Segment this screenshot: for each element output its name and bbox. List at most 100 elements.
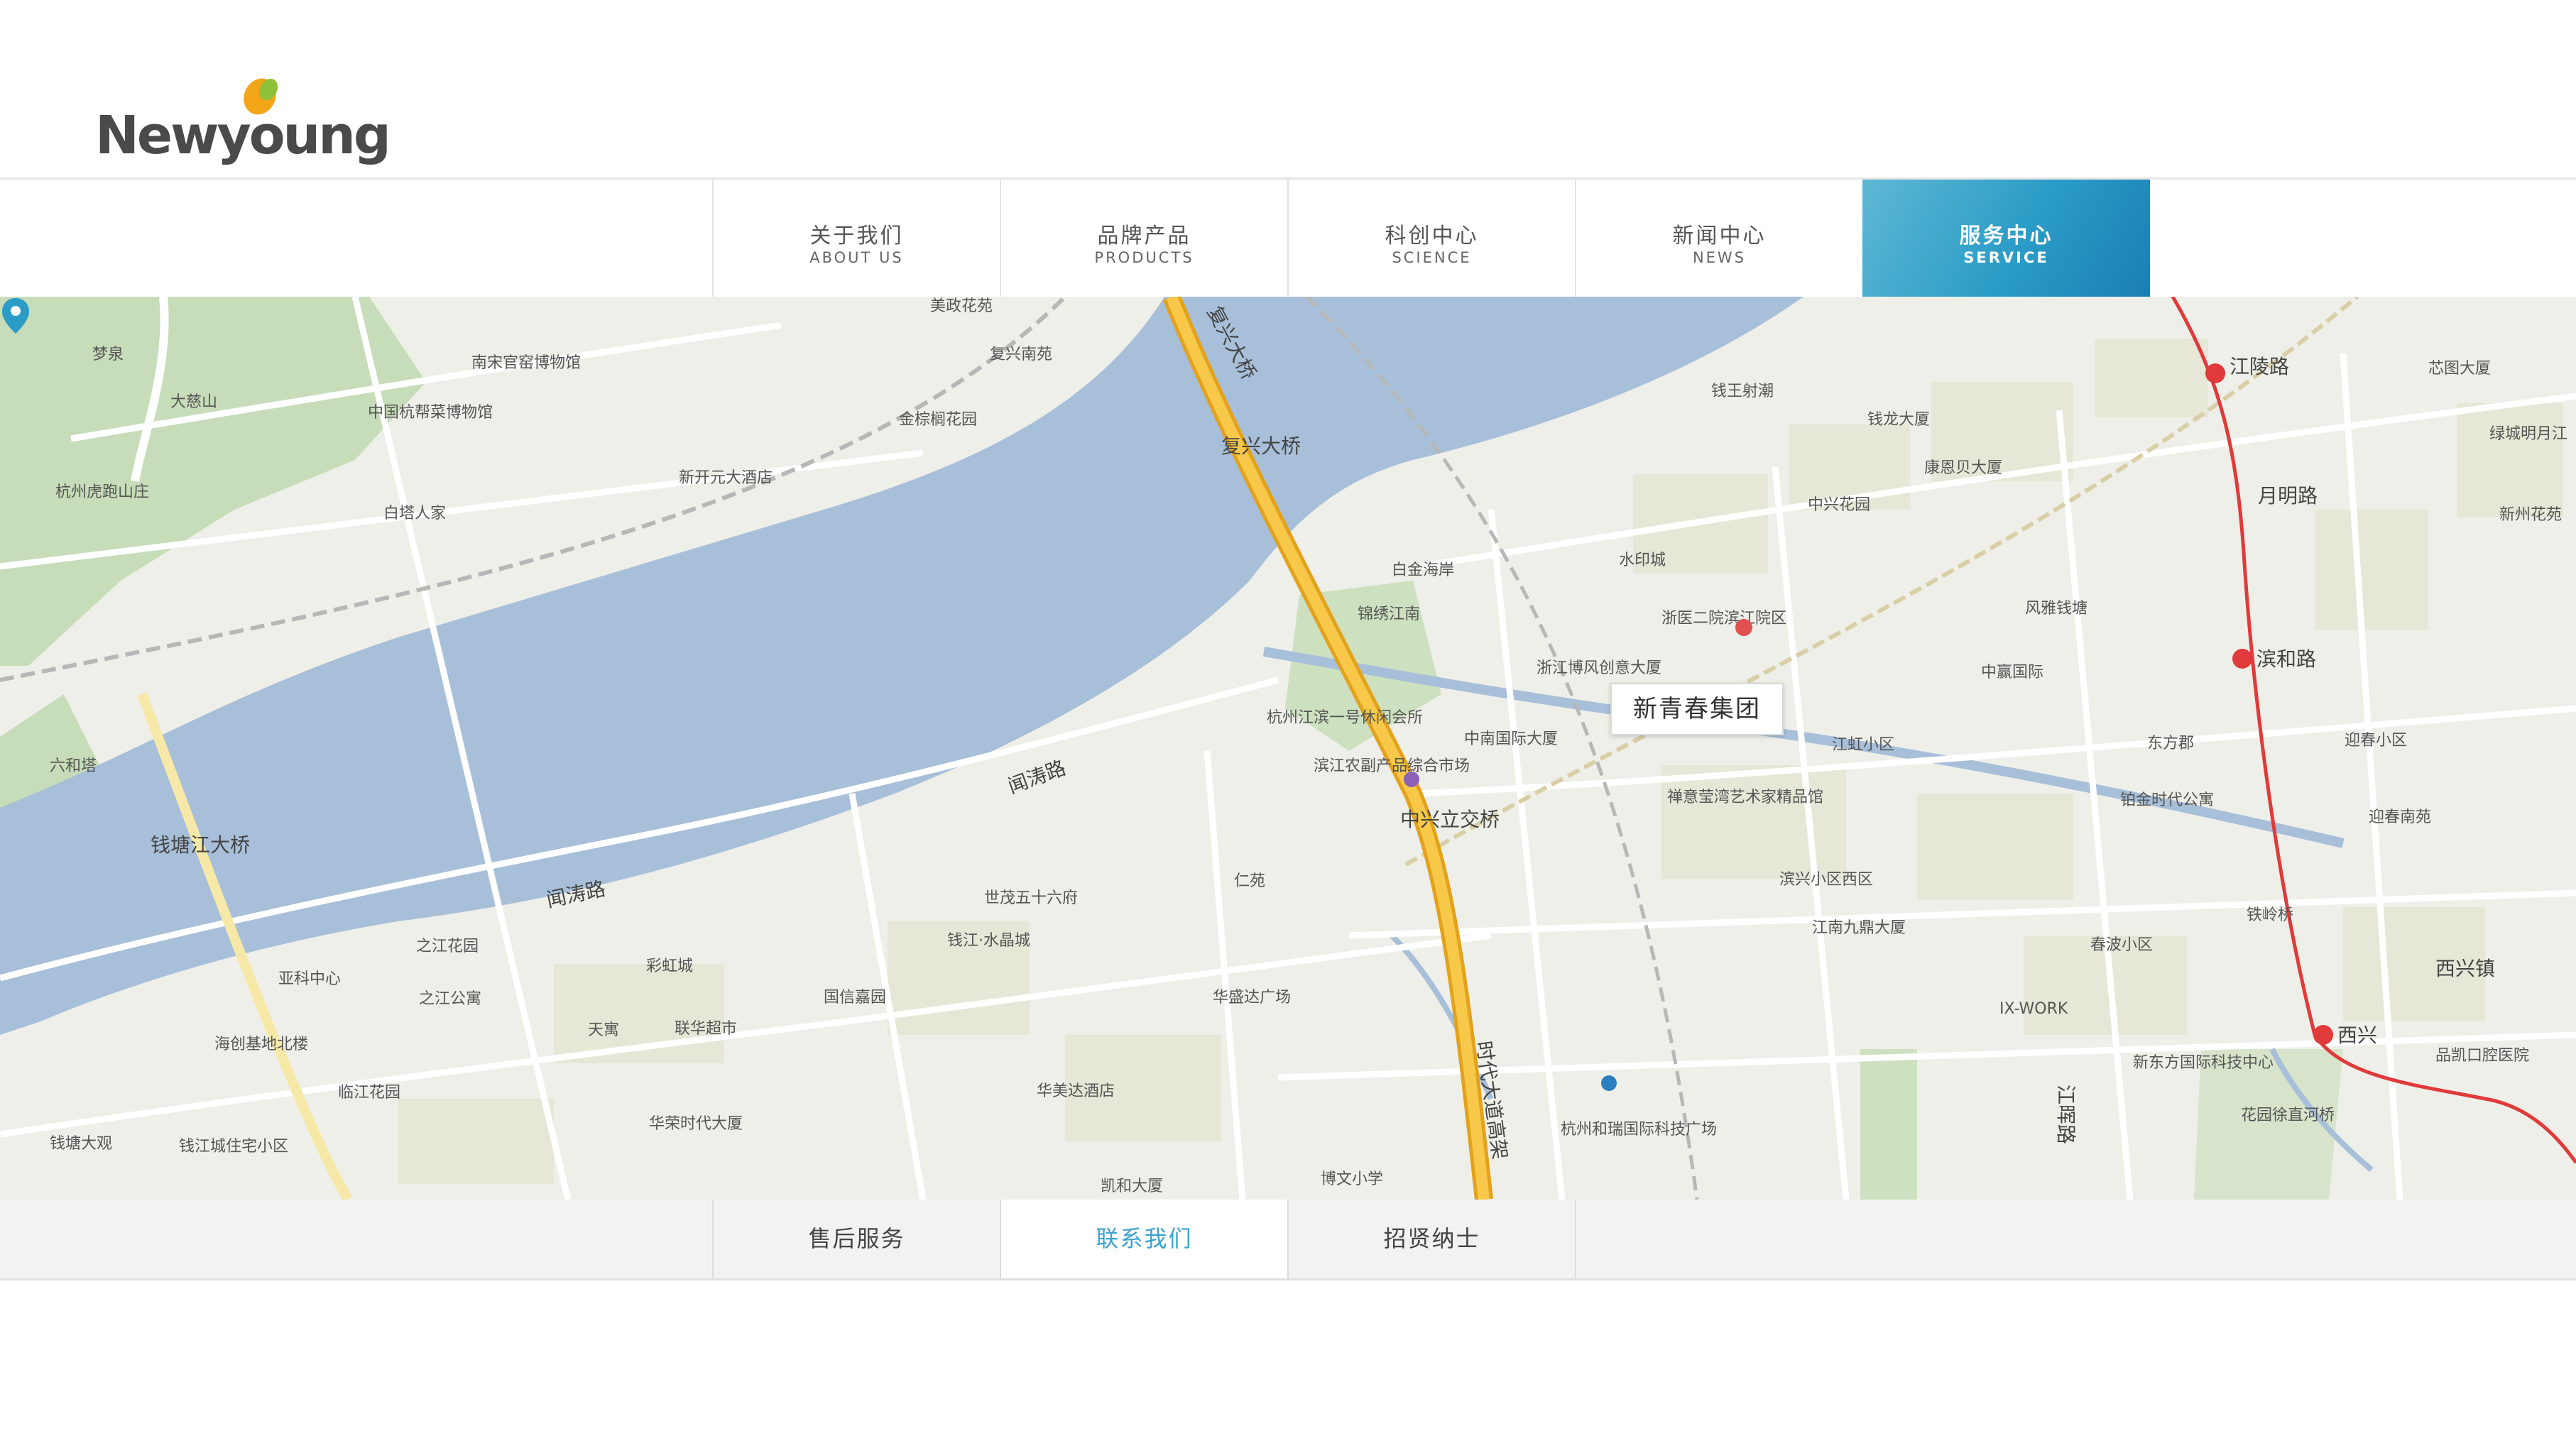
tab-divider	[1575, 1200, 1576, 1278]
poi-label: 梦泉	[92, 346, 124, 363]
poi-label: 新州花苑	[2499, 506, 2562, 524]
poi-label: 新开元大酒店	[679, 469, 773, 487]
market-icon	[1404, 772, 1419, 787]
poi-label: 白金海岸	[1392, 561, 1454, 579]
nav-item-service[interactable]: 服务中心 SERVICE	[1862, 180, 2150, 299]
tab-contact-us[interactable]: 联系我们	[1000, 1200, 1287, 1278]
poi-label: 江虹小区	[1832, 736, 1894, 754]
poi-label: 白塔人家	[383, 505, 446, 522]
poi-label: 华美达酒店	[1037, 1082, 1115, 1100]
poi-label: 铂金时代公寓	[2120, 791, 2214, 809]
location-dot-icon[interactable]	[1601, 1075, 1617, 1091]
poi-label: 水印城	[1619, 552, 1666, 569]
road-label: 钱塘江大桥	[151, 833, 250, 857]
map-canvas: 复兴大桥 钱塘江大桥 闻涛路 闻涛路 中兴立交桥 月明路 西兴镇 江陵路 滨和路…	[0, 297, 2576, 1200]
poi-label: 迎春南苑	[2369, 808, 2431, 826]
poi-label: 康恩贝大厦	[1924, 459, 2002, 477]
poi-label: 联华超市	[675, 1020, 737, 1038]
poi-label: 中南国际大厦	[1464, 730, 1558, 748]
poi-label: 滨江农副产品综合市场	[1314, 757, 1470, 775]
tab-recruitment[interactable]: 招贤纳士	[1287, 1200, 1575, 1278]
tab-after-sales[interactable]: 售后服务	[712, 1200, 1000, 1278]
poi-label: 杭州江滨一号休闲会所	[1267, 709, 1423, 727]
poi-label: 春波小区	[2090, 936, 2153, 954]
poi-label: 华荣时代大厦	[649, 1115, 743, 1133]
poi-label: 杭州虎跑山庄	[55, 483, 149, 501]
nav-item-sublabel: NEWS	[1692, 249, 1747, 266]
poi-label: 钱塘大观	[50, 1135, 112, 1153]
poi-label: 大慈山	[170, 393, 217, 411]
poi-label: 芯图大厦	[2428, 360, 2491, 378]
road-label: 复兴大桥	[1221, 434, 1301, 458]
location-map[interactable]: 复兴大桥 钱塘江大桥 闻涛路 闻涛路 中兴立交桥 月明路 西兴镇 江陵路 滨和路…	[0, 297, 2576, 1200]
poi-label: 花园徐直河桥	[2241, 1107, 2335, 1124]
main-nav: 关于我们 ABOUT US 品牌产品 PRODUCTS 科创中心 SCIENCE…	[0, 177, 2576, 299]
poi-label: 复兴南苑	[990, 346, 1052, 363]
green-area	[1860, 1049, 1917, 1200]
nav-item-label: 关于我们	[809, 224, 904, 248]
road-label: 中兴立交桥	[1400, 808, 1500, 831]
poi-label: 滨兴小区西区	[1779, 871, 1873, 889]
poi-label: 彩虹城	[646, 958, 693, 975]
poi-label: 钱江·水晶城	[947, 932, 1030, 950]
nav-item-products[interactable]: 品牌产品 PRODUCTS	[1000, 180, 1287, 299]
nav-item-sublabel: ABOUT US	[809, 249, 904, 266]
poi-label: 禅意莹湾艺术家精品馆	[1667, 789, 1823, 806]
poi-label: 华盛达广场	[1213, 989, 1291, 1007]
nav-item-label: 科创中心	[1385, 224, 1479, 248]
poi-label: 南宋官窑博物馆	[471, 354, 581, 372]
poi-label: IX-WORK	[1999, 1000, 2068, 1018]
poi-label: 杭州和瑞国际科技广场	[1561, 1121, 1717, 1139]
hospital-icon	[1735, 619, 1752, 636]
poi-label: 六和塔	[50, 757, 97, 775]
poi-label: 博文小学	[1321, 1170, 1383, 1188]
nav-item-label: 品牌产品	[1097, 224, 1191, 248]
poi-label: 品凯口腔医院	[2435, 1047, 2529, 1065]
poi-label: 之江公寓	[419, 990, 481, 1008]
poi-label: 世茂五十六府	[984, 889, 1078, 907]
poi-label: 仁苑	[1234, 872, 1265, 890]
metro-label: 西兴	[2337, 1024, 2377, 1047]
poi-label: 临江花园	[338, 1084, 400, 1102]
poi-label: 海创基地北楼	[214, 1036, 308, 1053]
road-label: 月明路	[2258, 484, 2318, 508]
nav-item-label: 服务中心	[1959, 224, 2053, 248]
poi-label: 钱龙大厦	[1867, 411, 1930, 429]
location-pin-icon[interactable]	[0, 297, 31, 335]
road-label: 江晖路	[2054, 1085, 2078, 1144]
road-label: 西兴镇	[2435, 957, 2495, 980]
nav-item-sublabel: SERVICE	[1963, 249, 2049, 266]
newyoung-logo[interactable]: Newyoung	[95, 75, 391, 168]
poi-label: 亚科中心	[278, 970, 341, 988]
metro-label: 滨和路	[2256, 647, 2316, 671]
poi-label: 新东方国际科技中心	[2133, 1054, 2274, 1072]
poi-label: 江南九鼎大厦	[1812, 919, 1906, 937]
poi-label: 国信嘉园	[824, 989, 886, 1007]
poi-label: 锦绣江南	[1358, 605, 1420, 623]
nav-item-label: 新闻中心	[1672, 224, 1767, 248]
poi-label: 绿城明月江	[2489, 425, 2567, 443]
poi-label: 之江花园	[416, 938, 479, 955]
poi-label: 迎春小区	[2345, 732, 2407, 750]
poi-label: 浙江博风创意大厦	[1537, 659, 1661, 677]
poi-label: 铁岭桥	[2247, 906, 2293, 924]
poi-label: 浙医二院滨江院区	[1661, 610, 1786, 627]
marker-callout: 新青春集团	[1610, 683, 1784, 735]
poi-label: 中国杭帮菜博物馆	[368, 404, 493, 422]
nav-item-science[interactable]: 科创中心 SCIENCE	[1287, 180, 1575, 299]
nav-item-news[interactable]: 新闻中心 NEWS	[1575, 180, 1862, 299]
poi-label: 凯和大厦	[1101, 1178, 1163, 1195]
poi-label: 钱江城住宅小区	[179, 1138, 288, 1156]
nav-item-about[interactable]: 关于我们 ABOUT US	[712, 180, 1000, 299]
nav-item-sublabel: PRODUCTS	[1094, 249, 1194, 266]
brand-name: Newyoung	[95, 105, 391, 166]
poi-label: 金棕榈花园	[899, 411, 977, 429]
contact-subnav: 售后服务 联系我们 招贤纳士	[0, 1200, 2576, 1280]
poi-label: 中兴花园	[1808, 496, 1870, 514]
site-header: Newyoung	[0, 0, 2576, 177]
poi-label: 中赢国际	[1981, 664, 2043, 681]
poi-label: 美政花苑	[930, 297, 993, 315]
poi-label: 天寓	[588, 1021, 619, 1039]
poi-label: 东方郡	[2147, 735, 2194, 752]
poi-label: 风雅钱塘	[2025, 600, 2087, 618]
